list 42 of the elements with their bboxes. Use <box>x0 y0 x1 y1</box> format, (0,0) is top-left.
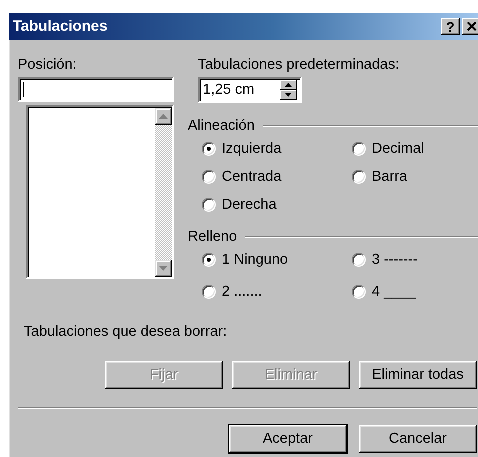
position-field[interactable] <box>18 77 174 102</box>
radio-button[interactable] <box>202 253 216 267</box>
spin-up-button[interactable] <box>280 80 297 90</box>
spin-down-button[interactable] <box>280 90 297 100</box>
scroll-down-button[interactable] <box>155 260 172 277</box>
default-stops-label: Tabulaciones predeterminadas: <box>198 56 401 74</box>
default-stops-spinner[interactable]: 1,25 cm <box>198 77 302 103</box>
down-arrow-icon <box>285 93 292 97</box>
radio-button[interactable] <box>352 142 366 156</box>
scroll-up-button[interactable] <box>155 108 172 125</box>
group-title: Alineación <box>188 117 255 135</box>
help-button[interactable]: ? <box>441 18 460 35</box>
position-label: Posición: <box>18 56 78 74</box>
dialog-button[interactable]: Eliminar todas <box>359 361 477 389</box>
radio-button[interactable] <box>202 170 216 184</box>
down-arrow-icon <box>159 266 168 271</box>
radio-button[interactable] <box>352 253 366 267</box>
radio-label[interactable]: Centrada <box>222 168 282 186</box>
radio-button[interactable] <box>352 170 366 184</box>
window-title: Tabulaciones <box>13 18 108 35</box>
radio-label[interactable]: 2 ....... <box>222 283 262 301</box>
clear-label: Tabulaciones que desea borrar: <box>24 323 228 341</box>
dialog-button[interactable]: Cancelar <box>359 425 477 453</box>
radio-label[interactable]: 4 ____ <box>372 283 416 301</box>
dialog-button[interactable]: Aceptar <box>229 425 347 453</box>
scrollbar[interactable] <box>155 108 172 277</box>
radio-button[interactable] <box>202 285 216 299</box>
radio-label[interactable]: Barra <box>372 168 408 186</box>
radio-label[interactable]: 1 Ninguno <box>222 251 288 269</box>
radio-button[interactable] <box>352 285 366 299</box>
radio-button[interactable] <box>202 142 216 156</box>
group-title: Relleno <box>188 228 238 246</box>
radio-label[interactable]: 3 ------- <box>372 251 418 269</box>
close-icon <box>466 22 476 31</box>
up-arrow-icon <box>159 114 168 119</box>
up-arrow-icon <box>285 83 292 87</box>
radio-button[interactable] <box>202 198 216 212</box>
radio-label[interactable]: Izquierda <box>222 140 282 158</box>
close-button[interactable] <box>462 18 478 35</box>
radio-label[interactable]: Decimal <box>372 140 424 158</box>
radio-label[interactable]: Derecha <box>222 196 277 214</box>
position-list[interactable] <box>26 105 174 279</box>
